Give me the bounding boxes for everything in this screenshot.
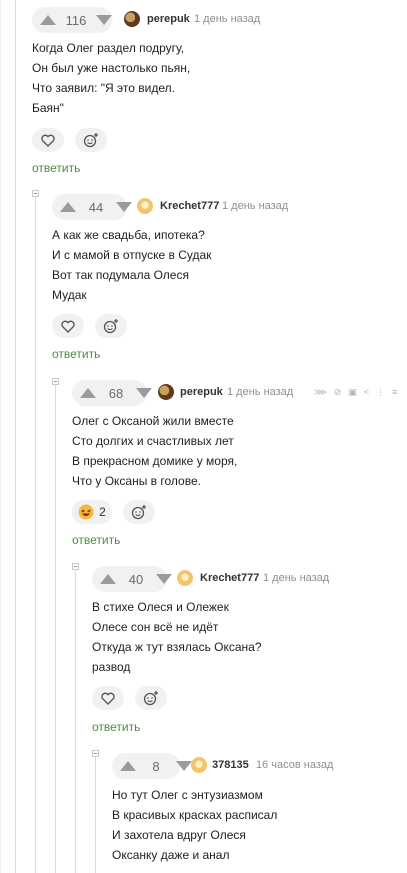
reaction-count: 2 bbox=[99, 505, 106, 519]
add-reaction-button[interactable] bbox=[75, 128, 107, 152]
branch-icon[interactable]: ⋙ bbox=[314, 387, 327, 398]
comment-tools: ⋙ ⊘ ▣ < ⋮ ≡ bbox=[314, 387, 397, 398]
thread-line bbox=[95, 754, 96, 873]
vote-count: 40 bbox=[128, 571, 144, 587]
like-button[interactable] bbox=[92, 686, 124, 710]
reply-link[interactable]: ответить bbox=[32, 161, 80, 175]
heart-icon bbox=[61, 320, 75, 333]
vote-count: 8 bbox=[152, 758, 160, 774]
vote-widget: 116 bbox=[32, 7, 112, 33]
vote-count: 68 bbox=[108, 385, 124, 401]
more-icon[interactable]: ⋮ bbox=[376, 387, 385, 398]
upvote-icon[interactable] bbox=[80, 388, 96, 398]
share-icon[interactable]: < bbox=[364, 387, 369, 398]
heart-icon bbox=[41, 134, 55, 147]
add-emoji-icon bbox=[103, 319, 118, 334]
avatar[interactable] bbox=[191, 757, 207, 773]
reaction-button[interactable]: 2 bbox=[72, 500, 112, 524]
downvote-icon[interactable] bbox=[116, 202, 132, 212]
comment-time[interactable]: 1 день назад bbox=[222, 200, 288, 212]
comment: 68 perepuk 1 день назад ⋙ ⊘ ▣ < ⋮ ≡ Олег… bbox=[72, 380, 407, 547]
vote-widget: 40 bbox=[92, 566, 172, 592]
vote-count: 116 bbox=[65, 12, 87, 28]
add-reaction-button[interactable] bbox=[95, 314, 127, 338]
add-emoji-icon bbox=[143, 691, 158, 706]
comment: 40 Krechet777 1 день назад В стихе Олеся… bbox=[92, 566, 402, 734]
reply-link[interactable]: ответить bbox=[72, 533, 120, 547]
reply-link[interactable]: ответить bbox=[92, 720, 140, 734]
comment-author[interactable]: 378135 bbox=[212, 759, 249, 771]
comment-text: В стихе Олеся и Олежек Олесе сон всё не … bbox=[92, 600, 262, 674]
heart-icon bbox=[101, 692, 115, 705]
avatar[interactable] bbox=[177, 570, 193, 586]
comment: 116 perepuk 1 день назад Когда Олег разд… bbox=[32, 7, 402, 175]
like-button[interactable] bbox=[52, 314, 84, 338]
collapse-toggle[interactable] bbox=[92, 750, 99, 757]
vote-widget: 8 bbox=[112, 753, 192, 779]
laughing-emoji-icon bbox=[78, 504, 94, 520]
comment: 8 378135 16 часов назад Но тут Олег с эн… bbox=[112, 753, 402, 862]
comment-time[interactable]: 1 день назад bbox=[194, 13, 260, 25]
comment-time[interactable]: 1 день назад bbox=[263, 572, 329, 584]
add-reaction-button[interactable] bbox=[123, 500, 155, 524]
comment-text: А как же свадьба, ипотека? И с мамой в о… bbox=[52, 228, 212, 302]
collapse-toggle[interactable] bbox=[32, 190, 39, 197]
upvote-icon[interactable] bbox=[60, 202, 76, 212]
reply-link[interactable]: ответить bbox=[52, 347, 100, 361]
downvote-icon[interactable] bbox=[136, 388, 152, 398]
edit-icon[interactable]: ≡ bbox=[392, 387, 397, 398]
like-button[interactable] bbox=[32, 128, 64, 152]
avatar[interactable] bbox=[137, 198, 153, 214]
comment-time[interactable]: 16 часов назад bbox=[256, 759, 333, 771]
comment-author[interactable]: Krechet777 bbox=[200, 572, 259, 584]
downvote-icon[interactable] bbox=[176, 761, 192, 771]
comment-time[interactable]: 1 день назад bbox=[227, 386, 293, 398]
thread-line bbox=[35, 196, 36, 873]
thread-line bbox=[15, 0, 16, 873]
comment-text: Когда Олег раздел подругу, Он был уже на… bbox=[32, 41, 191, 115]
vote-widget: 44 bbox=[52, 194, 132, 220]
upvote-icon[interactable] bbox=[40, 15, 56, 25]
add-reaction-button[interactable] bbox=[135, 686, 167, 710]
avatar[interactable] bbox=[158, 384, 174, 400]
comment-text: Но тут Олег с энтузиазмом В красивых кра… bbox=[112, 788, 278, 862]
comment-text: Олег с Оксаной жили вместе Сто долгих и … bbox=[72, 414, 238, 488]
add-emoji-icon bbox=[131, 505, 146, 520]
avatar[interactable] bbox=[124, 11, 140, 27]
thread-line bbox=[55, 384, 56, 873]
vote-count: 44 bbox=[88, 199, 104, 215]
comment-author[interactable]: Krechet777 bbox=[160, 200, 219, 212]
collapse-toggle[interactable] bbox=[72, 563, 79, 570]
comment-author[interactable]: perepuk bbox=[147, 13, 190, 25]
upvote-icon[interactable] bbox=[120, 761, 136, 771]
link-icon[interactable]: ⊘ bbox=[334, 387, 342, 398]
upvote-icon[interactable] bbox=[100, 574, 116, 584]
save-icon[interactable]: ▣ bbox=[348, 387, 357, 398]
add-emoji-icon bbox=[83, 133, 98, 148]
collapse-toggle[interactable] bbox=[52, 378, 59, 385]
vote-widget: 68 bbox=[72, 380, 152, 406]
thread-line bbox=[75, 566, 76, 873]
thread-line bbox=[0, 0, 1, 873]
downvote-icon[interactable] bbox=[156, 574, 172, 584]
comment: 44 Krechet777 1 день назад А как же свад… bbox=[52, 194, 402, 361]
comment-author[interactable]: perepuk bbox=[180, 386, 223, 398]
downvote-icon[interactable] bbox=[96, 15, 112, 25]
